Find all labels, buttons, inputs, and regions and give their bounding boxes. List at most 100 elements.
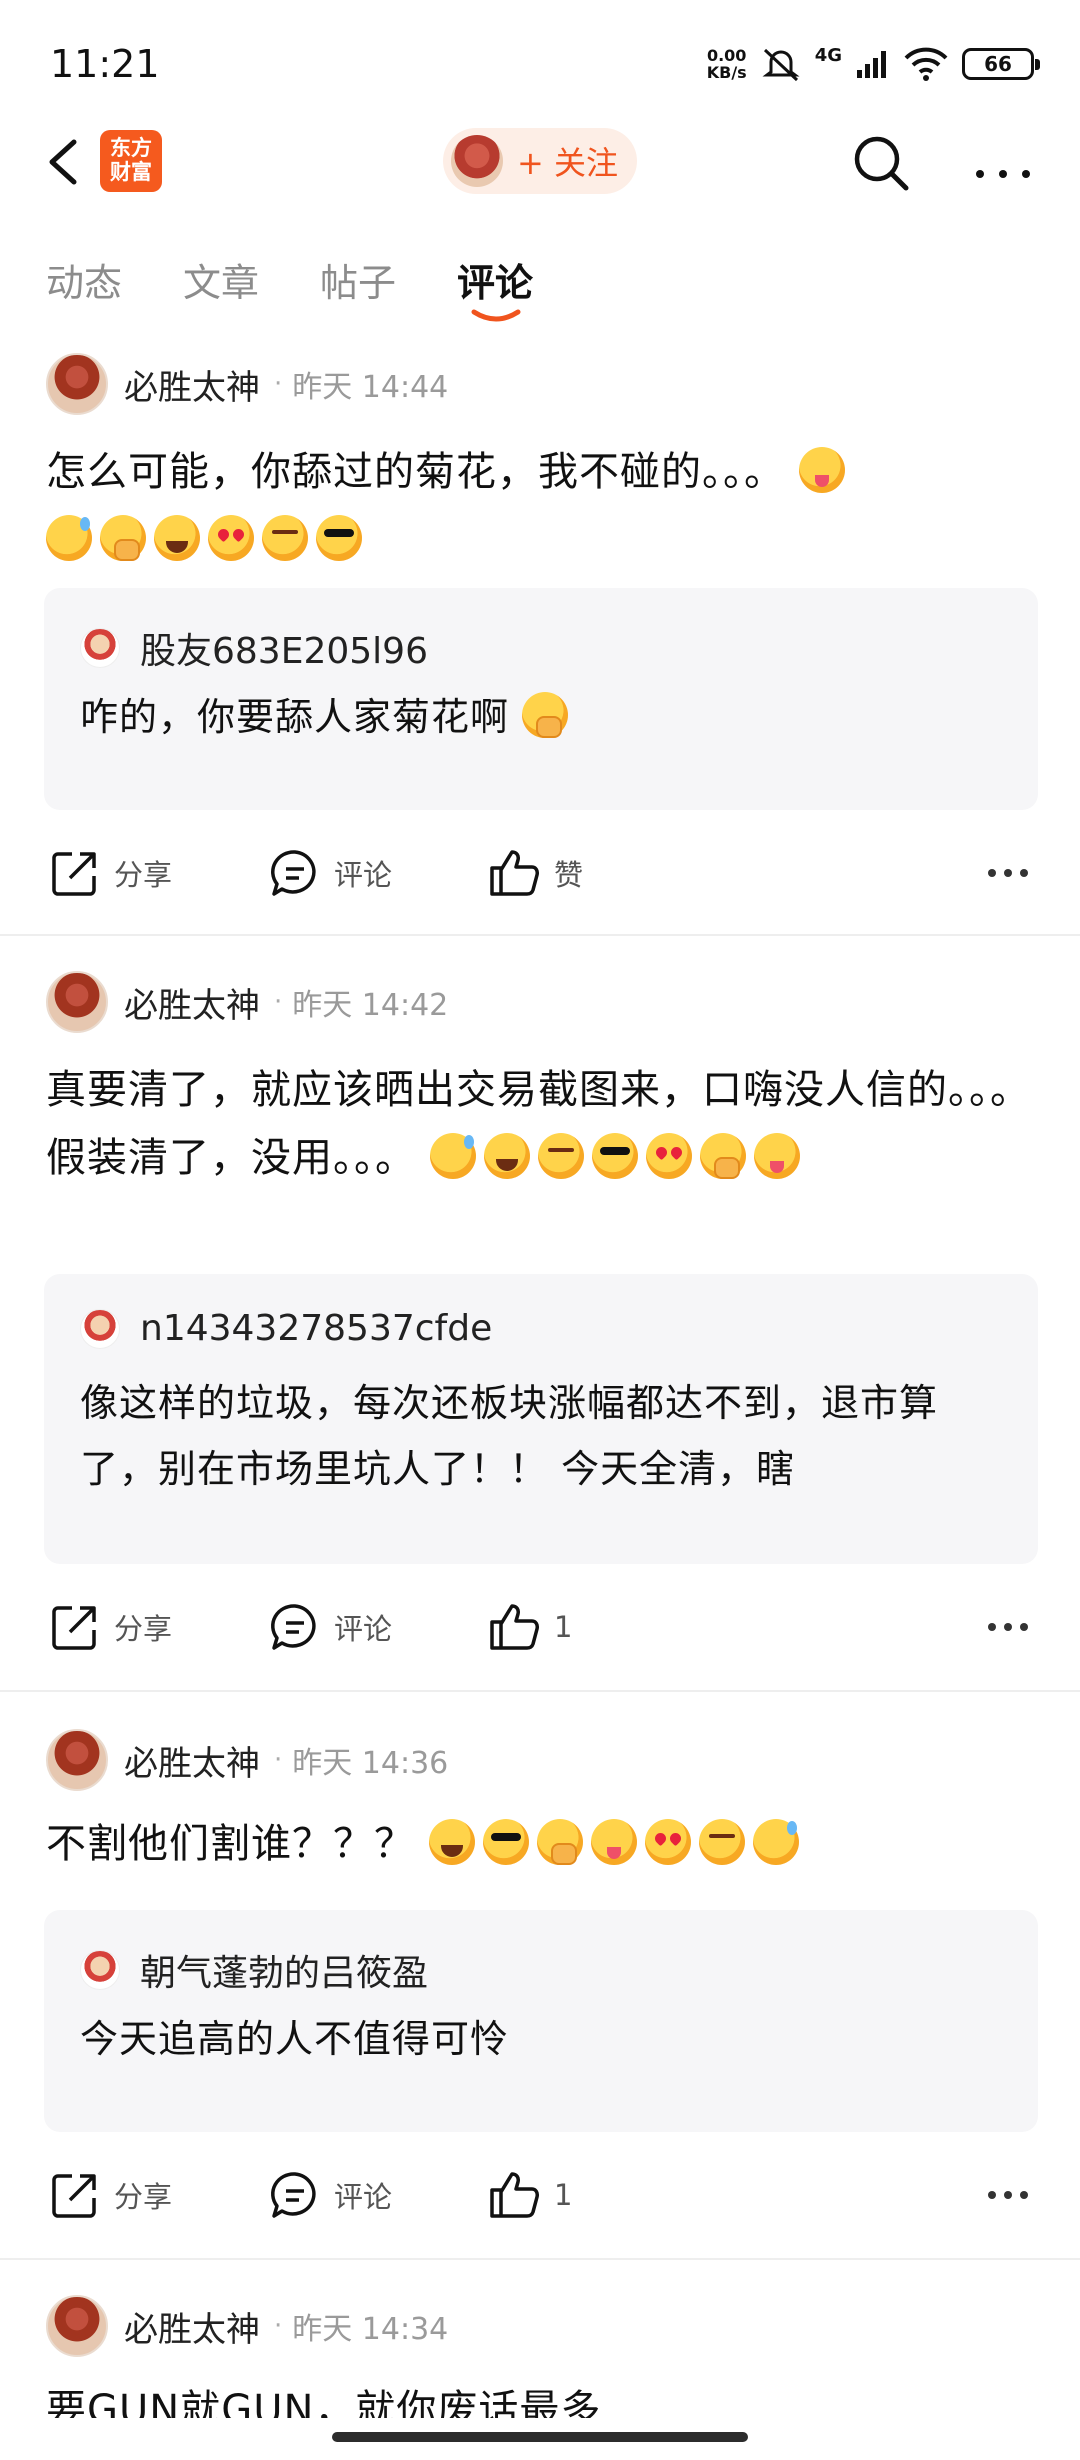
tab-comments[interactable]: 评论 (457, 252, 533, 307)
post-text[interactable]: 不割他们割谁？？？ (46, 1810, 1036, 1878)
emoji-sunglasses-icon (316, 515, 362, 561)
post-time: 昨天 14:36 (292, 1746, 449, 1781)
back-icon[interactable] (40, 134, 90, 190)
like-button[interactable]: 赞 (488, 838, 583, 908)
comment-icon (271, 850, 316, 896)
quote-username: 股友683E205l96 (140, 631, 428, 672)
status-time: 11:21 (50, 42, 160, 86)
share-button[interactable]: 分享 (50, 2160, 172, 2230)
cell-signal-icon (857, 51, 886, 78)
more-options-icon[interactable] (986, 2180, 1030, 2210)
wifi-icon (904, 47, 948, 81)
like-button[interactable]: 1 (488, 1592, 572, 1662)
author-row: 必胜太神 · 昨天 14:42 (46, 970, 448, 1034)
separator-dot: · (274, 369, 283, 399)
comment-icon (271, 2172, 316, 2218)
emoji-heart-eyes-icon (644, 1819, 691, 1865)
quoted-comment[interactable]: n14343278537cfde 像这样的垃圾，每次还板块涨幅都达不到，退市算了… (44, 1274, 1038, 1564)
emoji-hand-over-mouth-icon (100, 515, 146, 561)
more-icon[interactable] (972, 132, 1034, 194)
more-options-icon[interactable] (986, 858, 1030, 888)
tab-active-indicator (471, 309, 521, 322)
tab-articles[interactable]: 文章 (183, 252, 259, 307)
tab-bar: 动态 文章 帖子 评论 (0, 240, 1080, 330)
author-name[interactable]: 必胜太神 (124, 1736, 260, 1785)
quoted-comment[interactable]: 股友683E205l96 咋的，你要舔人家菊花啊 (44, 588, 1038, 810)
nav-bar: 东方 财富 + 关注 (0, 118, 1080, 206)
post-text[interactable]: 要GUN就GUN，就你废话最多 (46, 2376, 1036, 2418)
share-icon (52, 2174, 96, 2218)
quote-user: 股友683E205l96 (80, 622, 428, 674)
quote-text: 今天追高的人不值得可怜 (80, 2017, 510, 2061)
emoji-heart-eyes-icon (208, 515, 254, 561)
author-name[interactable]: 必胜太神 (124, 2302, 260, 2351)
tab-dynamics[interactable]: 动态 (46, 252, 122, 307)
mute-icon (762, 48, 800, 82)
avatar[interactable] (46, 2295, 108, 2357)
comment-card: 必胜太神 · 昨天 14:42 真要清了，就应该晒出交易截图来，口嗨没人信的。。… (0, 970, 1080, 1670)
avatar (80, 628, 120, 668)
divider (0, 1690, 1080, 1692)
follow-button[interactable]: + 关注 (443, 128, 637, 194)
emoji-sweat-icon (752, 1819, 799, 1865)
emoji-laugh-icon (154, 515, 200, 561)
emoji-sunglasses-icon (591, 1133, 638, 1179)
emoji-sweat-icon (46, 515, 92, 561)
thumbs-up-icon (490, 2172, 539, 2218)
comment-card: 必胜太神 · 昨天 14:44 怎么可能，你舔过的菊花，我不碰的。。。 股友68… (0, 352, 1080, 932)
emoji-laugh-icon (428, 1819, 475, 1865)
thumbs-up-icon (490, 1604, 539, 1650)
author-name[interactable]: 必胜太神 (124, 360, 260, 409)
emoji-tongue-icon (798, 447, 845, 493)
home-indicator[interactable] (332, 2432, 748, 2442)
more-options-icon[interactable] (986, 1612, 1030, 1642)
avatar (80, 1308, 120, 1349)
like-button[interactable]: 1 (488, 2160, 572, 2230)
comment-button[interactable]: 评论 (270, 838, 392, 908)
avatar (451, 135, 503, 187)
quote-username: 朝气蓬勃的吕筱盈 (140, 1953, 429, 1994)
comment-button[interactable]: 评论 (270, 2160, 392, 2230)
thumbs-up-icon (490, 850, 539, 896)
share-button[interactable]: 分享 (50, 1592, 172, 1662)
comment-button[interactable]: 评论 (270, 1592, 392, 1662)
emoji-thinking-icon (698, 1819, 745, 1865)
author-name[interactable]: 必胜太神 (124, 978, 260, 1027)
status-bar: 11:21 0.00 KB/s 4G 66 (0, 0, 1080, 130)
author-row: 必胜太神 · 昨天 14:44 (46, 352, 448, 416)
search-icon[interactable] (850, 132, 912, 194)
emoji-hand-over-mouth-icon (536, 1819, 583, 1865)
follow-label: + 关注 (517, 144, 618, 182)
comment-card: 必胜太神 · 昨天 14:36 不割他们割谁？？？ 朝气蓬勃的吕筱盈 今天追高的… (0, 1728, 1080, 2268)
divider (0, 2258, 1080, 2260)
author-row: 必胜太神 · 昨天 14:36 (46, 1728, 448, 1792)
emoji-tongue-icon (753, 1133, 800, 1179)
post-text[interactable]: 真要清了，就应该晒出交易截图来，口嗨没人信的。。。假装清了，没用。。。 (46, 1056, 1036, 1192)
network-speed: 0.00 KB/s (706, 46, 747, 82)
quote-username: n14343278537cfde (140, 1308, 493, 1349)
avatar (80, 1950, 120, 1990)
separator-dot: · (274, 987, 283, 1017)
emoji-hand-over-mouth-icon (522, 692, 569, 738)
avatar[interactable] (46, 1729, 108, 1791)
battery-icon: 66 (962, 48, 1040, 80)
action-bar: 分享 评论 1 (0, 2160, 1080, 2230)
post-text[interactable]: 怎么可能，你舔过的菊花，我不碰的。。。 (46, 438, 1036, 574)
emoji-laugh-icon (483, 1133, 530, 1179)
emoji-sweat-icon (429, 1133, 476, 1179)
avatar[interactable] (46, 353, 108, 415)
quoted-comment[interactable]: 朝气蓬勃的吕筱盈 今天追高的人不值得可怜 (44, 1910, 1038, 2132)
quote-user: 朝气蓬勃的吕筱盈 (80, 1944, 428, 1996)
app-logo: 东方 财富 (100, 130, 162, 192)
share-icon (52, 852, 96, 896)
quote-text: 咋的，你要舔人家菊花啊 (80, 684, 1010, 750)
post-time: 昨天 14:42 (292, 988, 449, 1023)
status-icons: 0.00 KB/s 4G 66 (706, 44, 1040, 84)
quote-text: 像这样的垃圾，每次还板块涨幅都达不到，退市算了，别在市场里坑人了！！ 今天全清，… (80, 1381, 939, 1491)
share-button[interactable]: 分享 (50, 838, 172, 908)
tab-posts[interactable]: 帖子 (320, 252, 396, 307)
network-type: 4G (814, 44, 842, 66)
avatar[interactable] (46, 971, 108, 1033)
emoji-thinking-icon (537, 1133, 584, 1179)
share-icon (52, 1606, 96, 1650)
